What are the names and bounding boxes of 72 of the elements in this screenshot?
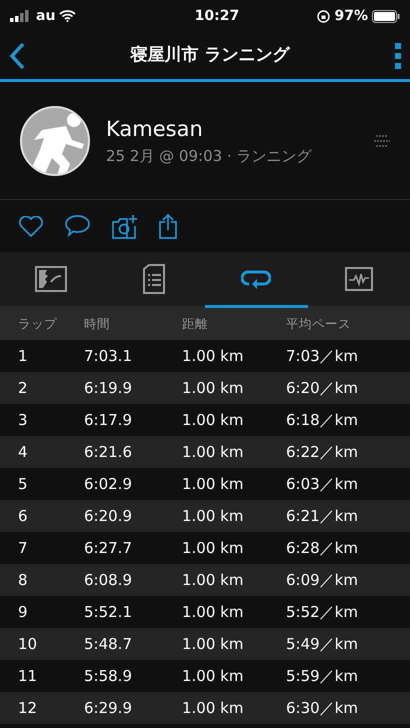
table-cell-text: 6:02.9: [84, 474, 133, 495]
carrier-name: au: [36, 6, 56, 26]
table-cell-text: 1: [18, 346, 29, 367]
table-cell-text: 5: [18, 474, 29, 495]
table-cell-text: 6:19.9: [84, 378, 133, 399]
table-cell-text: 6:03／km: [286, 474, 359, 495]
battery-icon: [372, 10, 400, 22]
table-cell-text: 5:48.7: [84, 634, 133, 655]
user-name: Kamesan: [106, 116, 204, 142]
table-cell-text: 7: [18, 538, 29, 559]
share-button[interactable]: [158, 213, 178, 239]
table-cell-text: 6:20.9: [84, 506, 133, 527]
table-cell-text: 6:09／km: [286, 570, 359, 591]
table-cell-text: 1.00 km: [182, 538, 244, 559]
wifi-icon: [59, 10, 76, 22]
table-cell-text: 12: [18, 698, 38, 719]
comment-button[interactable]: [64, 214, 91, 238]
add-photo-button[interactable]: [111, 213, 138, 239]
table-cell-text: 1.00 km: [182, 474, 244, 495]
document-list-icon: [142, 264, 165, 294]
table-cell-text: 6:27.7: [84, 538, 133, 559]
table-cell-text: 5:58.9: [84, 666, 133, 687]
table-cell-text: 11: [18, 666, 38, 687]
table-cell-text: 6:30／km: [286, 698, 359, 719]
more-menu-button[interactable]: [394, 42, 402, 70]
table-cell-text: 6:18／km: [286, 410, 359, 431]
back-button[interactable]: [8, 42, 26, 70]
table-cell-text: 10: [18, 634, 38, 655]
table-cell-text: 6: [18, 506, 29, 527]
table-cell-text: 6:21／km: [286, 506, 359, 527]
table-cell-text: 6:20／km: [286, 378, 359, 399]
like-button[interactable]: [18, 214, 44, 238]
table-cell-text: 1.00 km: [182, 602, 244, 623]
map-icon: [35, 266, 68, 292]
table-cell-text: 3: [18, 410, 29, 431]
table-cell-text: 1.00 km: [182, 410, 244, 431]
table-cell-text: 7:03／km: [286, 346, 359, 367]
page-title: 寝屋川市 ランニング: [130, 44, 290, 67]
rotation-lock-icon: [317, 10, 330, 22]
battery-percent: 97%: [334, 6, 368, 26]
table-cell-text: 1.00 km: [182, 346, 244, 367]
activity-date: 25 2月 @ 09:03 · ランニング: [106, 146, 313, 167]
table-cell-text: 8: [18, 570, 29, 591]
clock-time: 10:27: [194, 6, 240, 26]
table-cell-text: 6:29.9: [84, 698, 133, 719]
table-cell-text: 6:08.9: [84, 570, 133, 591]
table-cell-text: 5:59／km: [286, 666, 359, 687]
table-cell-text: 5:52／km: [286, 602, 359, 623]
table-cell-text: 2: [18, 378, 29, 399]
menu-lines-icon: [374, 134, 390, 146]
table-cell-text: 1.00 km: [182, 378, 244, 399]
column-header: 距離: [182, 314, 209, 333]
table-cell-text: 6:22／km: [286, 442, 359, 463]
table-cell-text: 9: [18, 602, 29, 623]
column-header: ラップ: [18, 314, 58, 333]
activity-chart-icon: [344, 266, 373, 290]
table-cell-text: 4: [18, 442, 29, 463]
table-cell-text: 1.00 km: [182, 666, 244, 687]
table-cell-text: 7:03.1: [84, 346, 133, 367]
table-cell-text: 1.00 km: [182, 442, 244, 463]
table-cell-text: 5:52.1: [84, 602, 133, 623]
table-cell-text: 6:28／km: [286, 538, 359, 559]
table-cell-text: 6:17.9: [84, 410, 133, 431]
table-cell-text: 1.00 km: [182, 698, 244, 719]
column-header: 時間: [84, 314, 111, 333]
table-cell-text: 1.00 km: [182, 506, 244, 527]
loop-arrow-icon: [241, 268, 272, 288]
column-header: 平均ペース: [286, 314, 352, 333]
table-cell-text: 1.00 km: [182, 634, 244, 655]
table-cell-text: 5:49／km: [286, 634, 359, 655]
table-cell-text: 6:21.6: [84, 442, 133, 463]
table-cell-text: 1.00 km: [182, 570, 244, 591]
